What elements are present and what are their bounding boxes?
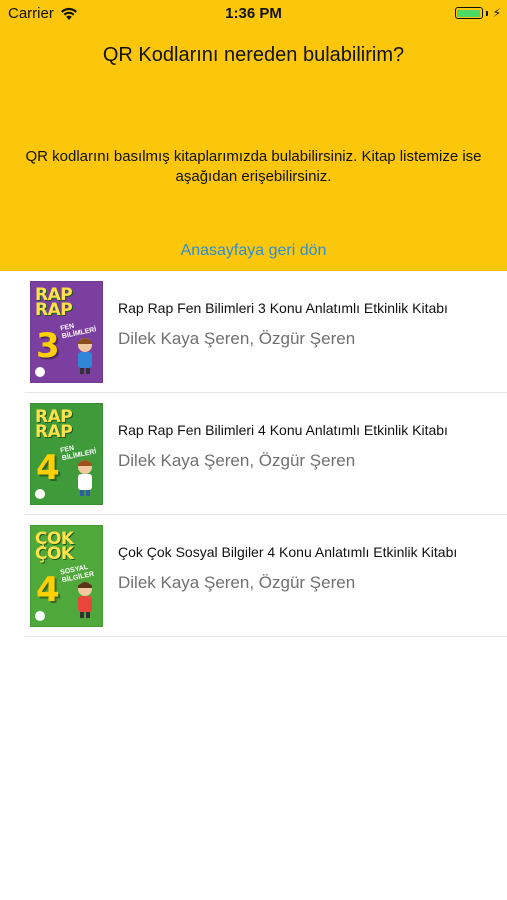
battery-indicator: ⚡ [454, 6, 501, 20]
info-text: QR kodlarını basılmış kitaplarımızda bul… [25, 148, 482, 185]
book-cover-image: RAP RAP 4 FEN BİLİMLERİ [30, 403, 103, 505]
cover-title: ÇOK ÇOK [35, 529, 74, 564]
charging-bolt-icon: ⚡ [492, 6, 501, 20]
book-cover-image: ÇOK ÇOK 4 SOSYAL BİLGİLER [30, 525, 103, 627]
cover-title: RAP RAP [35, 407, 73, 442]
status-bar: Carrier 1:36 PM ⚡ [0, 0, 507, 28]
book-row[interactable]: RAP RAP 4 FEN BİLİMLERİ Rap Rap Fen Bili… [0, 393, 507, 515]
child-illustration-icon [78, 460, 92, 496]
book-row[interactable]: RAP RAP 3 FEN BİLİMLERİ Rap Rap Fen Bili… [0, 271, 507, 393]
battery-tip [485, 10, 488, 16]
page-title: QR Kodlarını nereden bulabilirim? [102, 44, 405, 66]
cover-number: 4 [36, 570, 60, 610]
cover-number: 3 [36, 326, 60, 366]
clock: 1:36 PM [225, 5, 282, 22]
book-title: Rap Rap Fen Bilimleri 3 Konu Anlatımlı E… [118, 300, 448, 316]
child-illustration-icon [78, 582, 92, 618]
book-author: Dilek Kaya Şeren, Özgür Şeren [118, 573, 356, 592]
battery-level [457, 9, 481, 17]
publisher-logo-icon [35, 489, 45, 499]
cover-title: RAP RAP [35, 285, 73, 320]
book-author: Dilek Kaya Şeren, Özgür Şeren [118, 329, 356, 348]
header-panel: Carrier 1:36 PM ⚡ QR Kodlarını nereden b… [0, 0, 507, 271]
book-title: Rap Rap Fen Bilimleri 4 Konu Anlatımlı E… [118, 422, 448, 438]
publisher-logo-icon [35, 611, 45, 621]
book-cover-image: RAP RAP 3 FEN BİLİMLERİ [30, 281, 103, 383]
book-row[interactable]: ÇOK ÇOK 4 SOSYAL BİLGİLER Çok Çok Sosyal… [0, 515, 507, 637]
book-author: Dilek Kaya Şeren, Özgür Şeren [118, 451, 356, 470]
publisher-logo-icon [35, 367, 45, 377]
battery-icon [454, 7, 483, 19]
book-title: Çok Çok Sosyal Bilgiler 4 Konu Anlatımlı… [118, 544, 458, 560]
cover-number: 4 [36, 448, 60, 488]
back-to-home-link[interactable]: Anasayfaya geri dön [0, 242, 507, 260]
child-illustration-icon [78, 338, 92, 374]
book-list: RAP RAP 3 FEN BİLİMLERİ Rap Rap Fen Bili… [0, 271, 507, 637]
